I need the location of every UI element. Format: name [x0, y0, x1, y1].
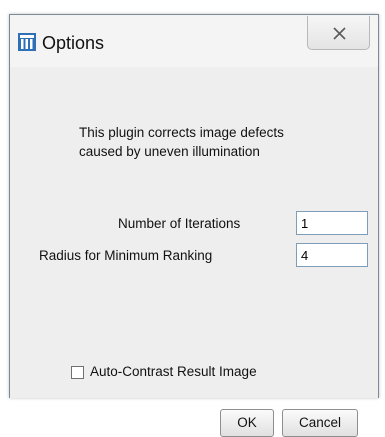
radius-input[interactable]: [296, 243, 368, 267]
ok-button[interactable]: OK: [220, 409, 274, 437]
autocontrast-label[interactable]: Auto-Contrast Result Image: [90, 363, 257, 381]
description-line-2: caused by uneven illumination: [79, 144, 260, 159]
window-title: Options: [42, 33, 105, 53]
dialog-body: This plugin corrects image defects cause…: [10, 67, 378, 437]
iterations-input[interactable]: [296, 211, 368, 235]
radius-label: Radius for Minimum Ranking: [39, 248, 213, 263]
iterations-label: Number of Iterations: [118, 216, 241, 231]
autocontrast-checkbox[interactable]: [71, 366, 84, 379]
description-line-1: This plugin corrects image defects: [79, 125, 284, 140]
title-bar[interactable]: Options: [10, 15, 378, 67]
cancel-button[interactable]: Cancel: [282, 409, 358, 437]
close-button[interactable]: [307, 16, 370, 50]
close-x-icon: [333, 27, 346, 40]
imagej-icon: [18, 33, 36, 51]
options-dialog: Options This plugin corrects image defec…: [9, 14, 379, 437]
description-text: This plugin corrects image defects cause…: [79, 123, 284, 161]
